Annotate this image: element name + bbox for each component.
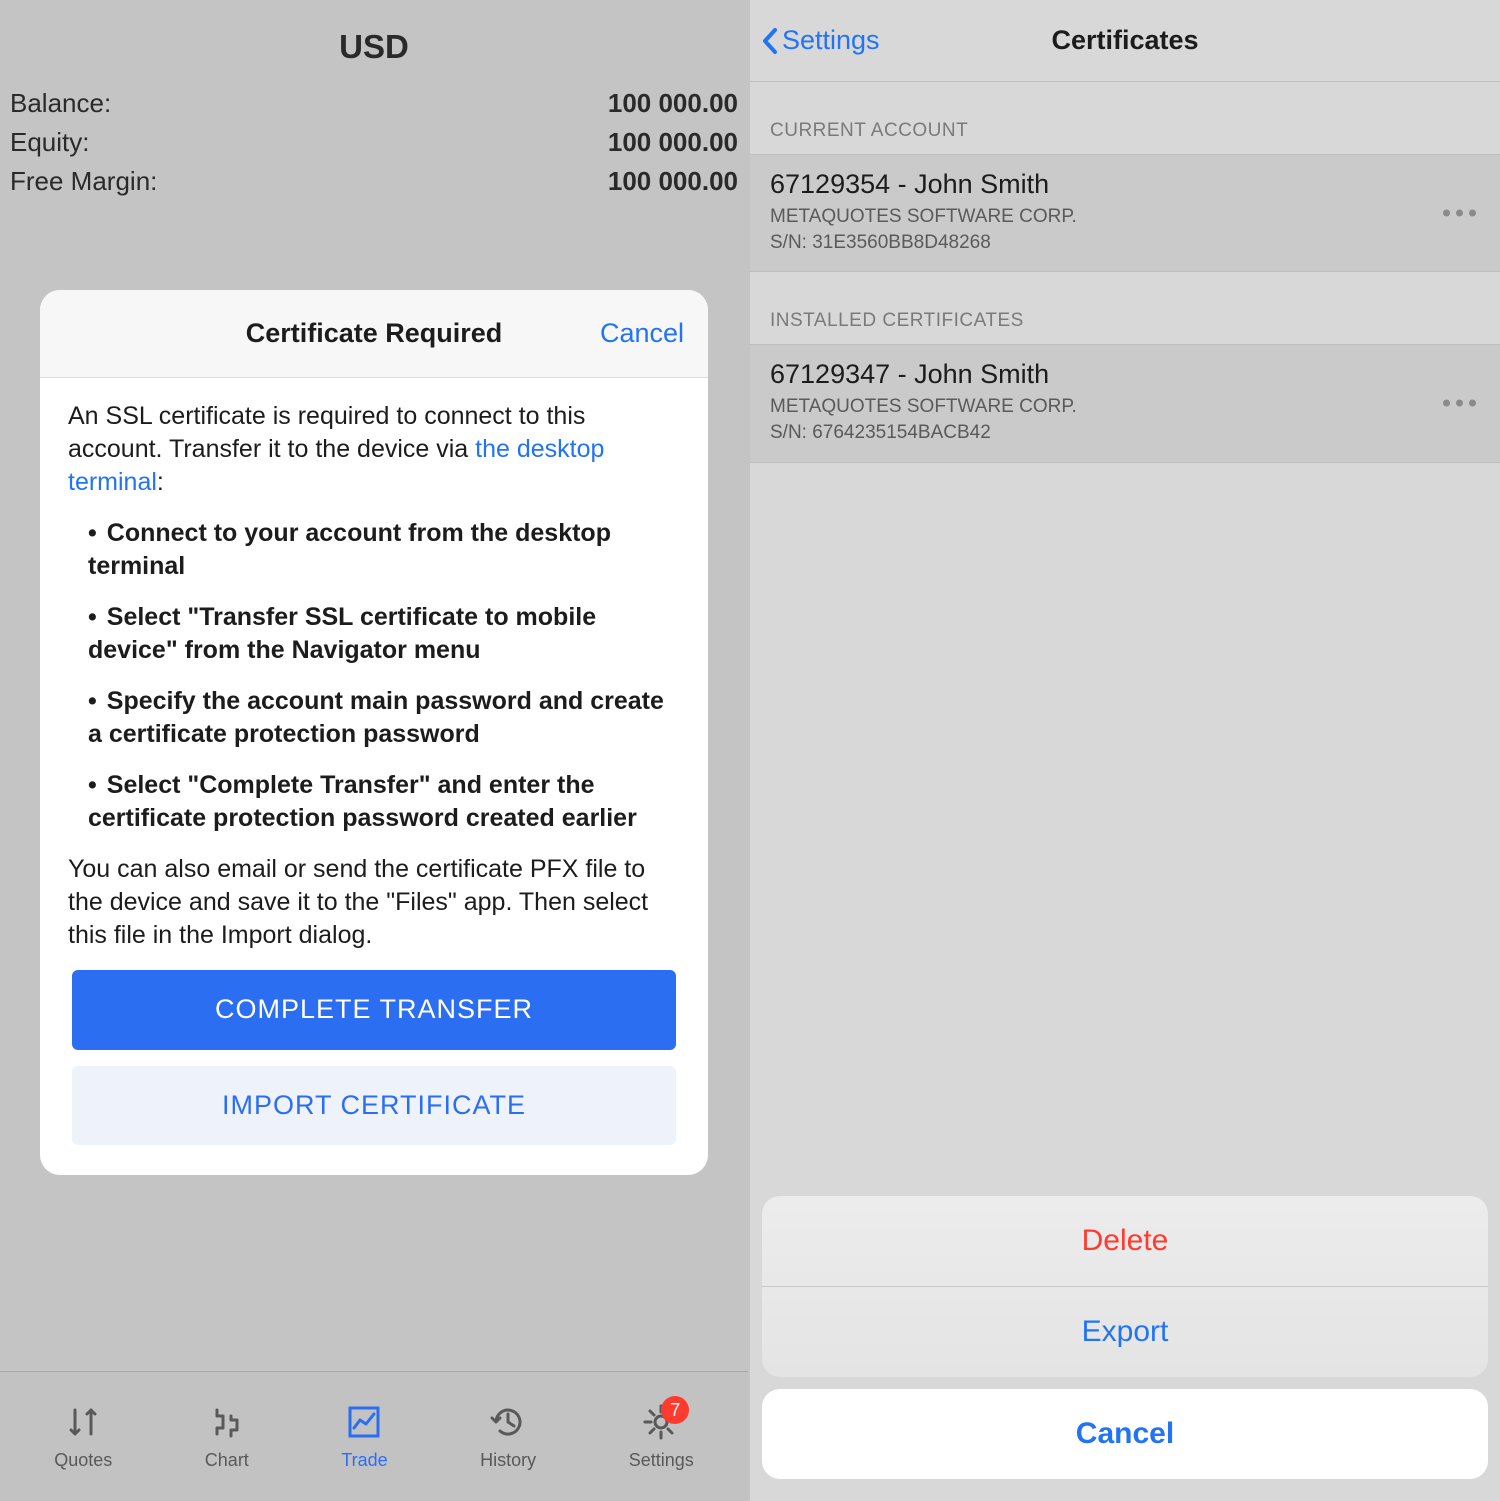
navbar: Settings Certificates — [750, 0, 1500, 82]
sheet-title: Certificate Required — [246, 318, 503, 348]
chevron-left-icon — [760, 26, 780, 56]
quotes-icon — [63, 1402, 103, 1442]
sheet-bullet-1: Connect to your account from the desktop… — [88, 517, 680, 583]
tab-history-label: History — [480, 1450, 536, 1471]
balance-label: Balance: — [10, 88, 111, 119]
freemargin-label: Free Margin: — [10, 166, 157, 197]
equity-value: 100 000.00 — [608, 127, 738, 158]
freemargin-row: Free Margin: 100 000.00 — [10, 162, 738, 201]
settings-badge: 7 — [661, 1396, 689, 1424]
tabbar: Quotes Chart Trade History 7 Setting — [0, 1371, 748, 1501]
tab-chart[interactable]: Chart — [205, 1402, 249, 1471]
nav-back-label: Settings — [782, 25, 880, 56]
trade-screen: USD Balance: 100 000.00 Equity: 100 000.… — [0, 0, 750, 1501]
history-icon — [488, 1402, 528, 1442]
section-installed-certs: INSTALLED CERTIFICATES — [750, 272, 1500, 344]
sheet-bullets: Connect to your account from the desktop… — [68, 517, 680, 835]
cert1-company: METAQUOTES SOFTWARE CORP. — [770, 204, 1480, 230]
chart-icon — [207, 1402, 247, 1442]
sheet-bullet-3: Specify the account main password and cr… — [88, 685, 680, 751]
action-sheet: Delete Export Cancel — [762, 1196, 1488, 1479]
action-group: Delete Export — [762, 1196, 1488, 1377]
cert2-more-icon[interactable] — [1443, 400, 1476, 407]
equity-label: Equity: — [10, 127, 90, 158]
balance-row: Balance: 100 000.00 — [10, 84, 738, 123]
sheet-header: Certificate Required Cancel — [40, 290, 708, 378]
sheet-p1: An SSL certificate is required to connec… — [68, 400, 680, 499]
currency-label: USD — [0, 28, 748, 66]
cert1-title: 67129354 - John Smith — [770, 169, 1480, 200]
sheet-buttons: COMPLETE TRANSFER IMPORT CERTIFICATE — [68, 970, 680, 1145]
cert1-sn: S/N: 31E3560BB8D48268 — [770, 230, 1480, 256]
trade-header: USD — [0, 0, 748, 84]
trade-icon — [344, 1402, 384, 1442]
balance-value: 100 000.00 — [608, 88, 738, 119]
tab-chart-label: Chart — [205, 1450, 249, 1471]
cert2-company: METAQUOTES SOFTWARE CORP. — [770, 394, 1480, 420]
settings-icon: 7 — [641, 1402, 681, 1442]
cert1-more-icon[interactable] — [1443, 210, 1476, 217]
certificate-required-sheet: Certificate Required Cancel An SSL certi… — [40, 290, 708, 1175]
sheet-p2: You can also email or send the certifica… — [68, 853, 680, 952]
cancel-button[interactable]: Cancel — [762, 1389, 1488, 1479]
tab-settings[interactable]: 7 Settings — [629, 1402, 694, 1471]
sheet-bullet-4: Select "Complete Transfer" and enter the… — [88, 769, 680, 835]
section-current-account: CURRENT ACCOUNT — [750, 82, 1500, 154]
nav-back-button[interactable]: Settings — [760, 25, 880, 56]
export-button[interactable]: Export — [762, 1287, 1488, 1377]
tab-quotes[interactable]: Quotes — [54, 1402, 112, 1471]
cert2-sn: S/N: 6764235154BACB42 — [770, 420, 1480, 446]
nav-title: Certificates — [1051, 25, 1198, 56]
tab-trade-label: Trade — [341, 1450, 387, 1471]
sheet-body: An SSL certificate is required to connec… — [40, 378, 708, 1175]
tab-history[interactable]: History — [480, 1402, 536, 1471]
installed-cert-row[interactable]: 67129347 - John Smith METAQUOTES SOFTWAR… — [750, 344, 1500, 462]
current-account-cert-row[interactable]: 67129354 - John Smith METAQUOTES SOFTWAR… — [750, 154, 1500, 272]
import-certificate-button[interactable]: IMPORT CERTIFICATE — [72, 1066, 676, 1146]
equity-row: Equity: 100 000.00 — [10, 123, 738, 162]
freemargin-value: 100 000.00 — [608, 166, 738, 197]
sheet-bullet-2: Select "Transfer SSL certificate to mobi… — [88, 601, 680, 667]
certificates-screen: Settings Certificates CURRENT ACCOUNT 67… — [750, 0, 1500, 1501]
tab-settings-label: Settings — [629, 1450, 694, 1471]
trade-stats: Balance: 100 000.00 Equity: 100 000.00 F… — [0, 84, 748, 201]
delete-button[interactable]: Delete — [762, 1196, 1488, 1287]
complete-transfer-button[interactable]: COMPLETE TRANSFER — [72, 970, 676, 1050]
tab-quotes-label: Quotes — [54, 1450, 112, 1471]
sheet-cancel-button[interactable]: Cancel — [600, 318, 684, 349]
tab-trade[interactable]: Trade — [341, 1402, 387, 1471]
cert2-title: 67129347 - John Smith — [770, 359, 1480, 390]
